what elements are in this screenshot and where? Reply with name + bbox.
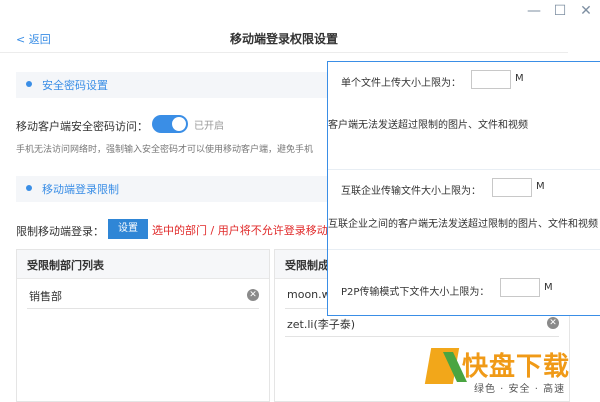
- login-limit-label: 限制移动端登录：: [16, 225, 104, 238]
- remove-icon[interactable]: ✕: [247, 289, 259, 301]
- divider: [328, 249, 600, 250]
- unit-label: M: [536, 181, 545, 192]
- single-file-limit-input[interactable]: [471, 70, 511, 89]
- member-name: zet.li(李子泰): [287, 318, 356, 331]
- page-header: < 返回 移动端登录权限设置: [0, 26, 568, 53]
- single-file-note: 客户端无法发送超过限制的图片、文件和视频: [328, 120, 528, 131]
- p2p-limit-label: P2P传输模式下文件大小上限为：: [341, 287, 490, 298]
- toggle-knob: [172, 117, 186, 131]
- watermark-brand: 快盘下载: [462, 352, 571, 382]
- watermark-logo: 快盘下载 绿色 · 安全 · 高速: [424, 346, 598, 396]
- section-title: 安全密码设置: [42, 79, 108, 92]
- page-title: 移动端登录权限设置: [229, 32, 338, 46]
- settings-window: — ☐ ✕ < 返回 移动端登录权限设置 安全密码设置 移动客户端安全密码访问：…: [0, 0, 600, 402]
- section-title: 移动端登录限制: [42, 183, 119, 196]
- unit-label: M: [544, 282, 553, 293]
- restriction-warning: 选中的部门 / 用户将不允许登录移动: [152, 224, 328, 237]
- minimize-icon[interactable]: —: [526, 3, 542, 19]
- panel-title: 受限制部门列表: [27, 259, 104, 272]
- toggle-state-text: 已开启: [194, 121, 224, 132]
- maximize-icon[interactable]: ☐: [552, 3, 568, 19]
- enterprise-note: 互联企业之间的客户端无法发送超过限制的图片、文件和视频: [328, 219, 598, 230]
- status-dot-icon: [26, 185, 32, 191]
- file-size-popup: 单个文件上传大小上限为： M 客户端无法发送超过限制的图片、文件和视频 互联企业…: [327, 61, 600, 316]
- panel-header: 受限制部门列表: [17, 250, 269, 279]
- restricted-departments-panel: 受限制部门列表 销售部 ✕: [16, 249, 270, 402]
- status-dot-icon: [26, 81, 32, 87]
- list-item: 销售部 ✕: [27, 284, 259, 309]
- remove-icon[interactable]: ✕: [547, 317, 559, 329]
- enterprise-limit-label: 互联企业传输文件大小上限为：: [341, 186, 481, 197]
- window-controls: — ☐ ✕: [526, 3, 594, 19]
- divider: [328, 169, 600, 170]
- close-icon[interactable]: ✕: [578, 3, 594, 19]
- department-name: 销售部: [29, 290, 62, 303]
- settings-button[interactable]: 设置: [108, 219, 148, 239]
- title-bar: — ☐ ✕: [0, 0, 600, 26]
- p2p-limit-input[interactable]: [500, 278, 540, 297]
- watermark-tagline: 绿色 · 安全 · 高速: [474, 384, 566, 395]
- password-access-toggle[interactable]: [152, 115, 188, 133]
- password-hint: 手机无法访问网络时，强制输入安全密码才可以使用移动客户端，避免手机: [16, 145, 314, 155]
- single-file-limit-label: 单个文件上传大小上限为：: [341, 78, 461, 89]
- unit-label: M: [515, 73, 524, 84]
- enterprise-limit-input[interactable]: [492, 178, 532, 197]
- password-access-label: 移动客户端安全密码访问：: [16, 120, 148, 133]
